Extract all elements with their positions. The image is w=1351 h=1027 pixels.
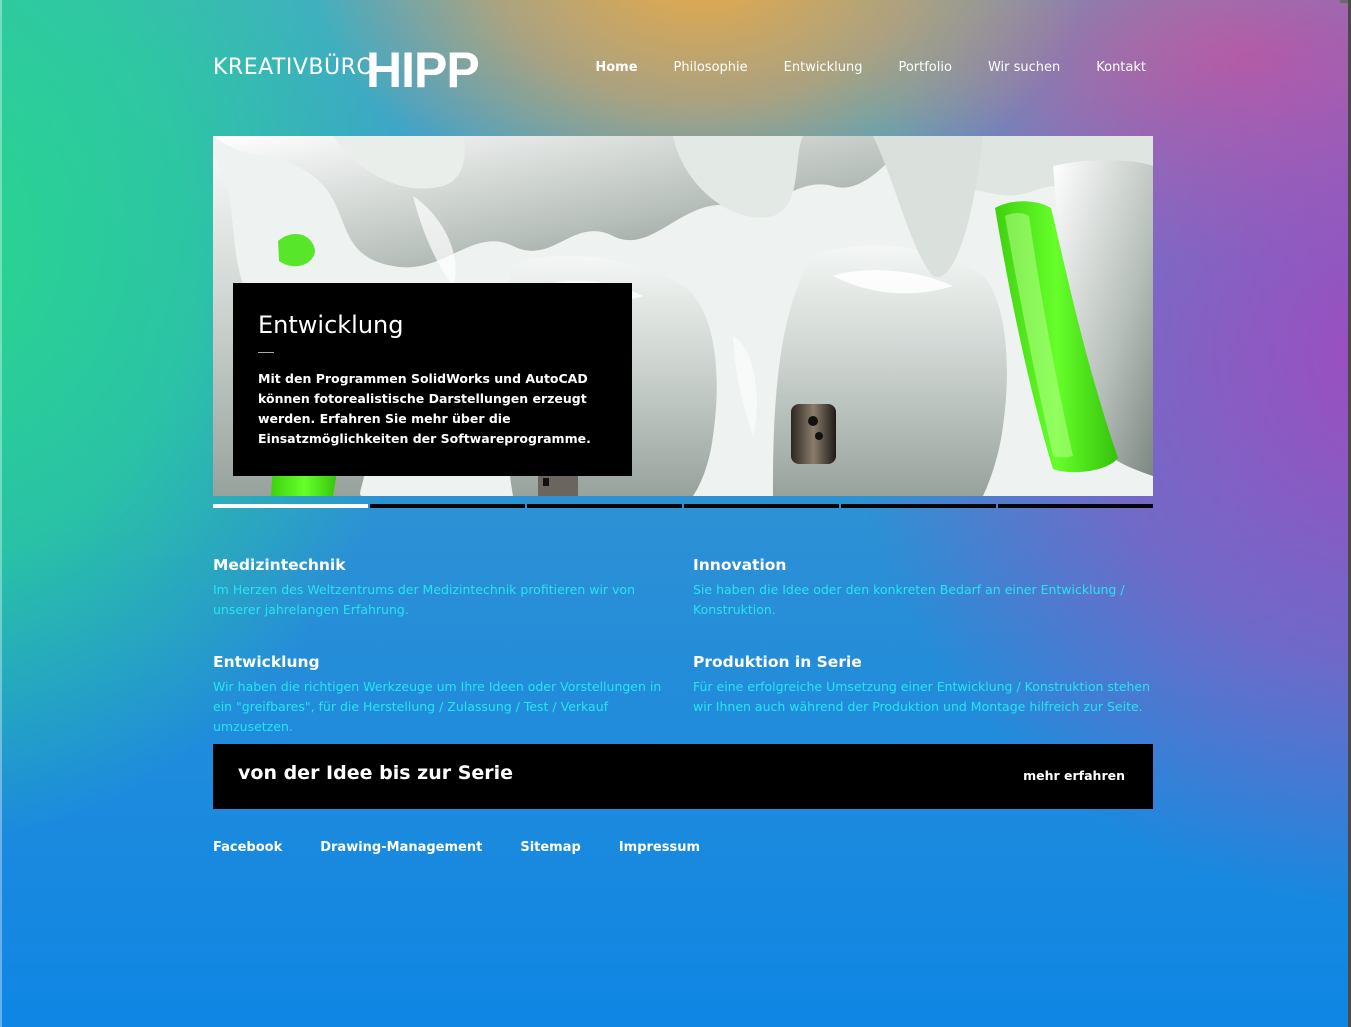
slider-dot[interactable] <box>684 504 839 508</box>
feature-text: Wir haben die richtigen Werkzeuge um Ihr… <box>213 679 662 734</box>
nav-item-portfolio[interactable]: Portfolio <box>898 60 951 75</box>
mehr-erfahren-link[interactable]: mehr erfahren <box>1023 768 1125 783</box>
hero-slider[interactable]: Entwicklung Mit den Programmen SolidWork… <box>213 136 1153 496</box>
feature-text: Sie haben die Idee oder den konkreten Be… <box>693 582 1125 617</box>
window-edge-left <box>0 0 2 1027</box>
slider-dot[interactable] <box>998 504 1153 508</box>
hero-caption-text: Mit den Programmen SolidWorks und AutoCA… <box>258 371 591 446</box>
feature-title: Produktion in Serie <box>693 653 862 671</box>
brand-logo[interactable]: KREATIVBÜRO HIPP <box>213 42 518 98</box>
nav-item-wir-suchen[interactable]: Wir suchen <box>988 60 1060 75</box>
feature-title: Entwicklung <box>213 653 320 671</box>
footer-link-drawing-management[interactable]: Drawing-Management <box>320 840 482 855</box>
feature-innovation: Innovation Sie haben die Idee oder den k… <box>693 554 1153 620</box>
main-navigation: Home Philosophie Entwicklung Portfolio W… <box>559 60 1146 75</box>
cta-bar: von der Idee bis zur Serie mehr erfahren <box>213 744 1153 809</box>
nav-item-philosophie[interactable]: Philosophie <box>674 60 748 75</box>
feature-text: Für eine erfolgreiche Umsetzung einer En… <box>693 679 1151 714</box>
feature-entwicklung: Entwicklung Wir haben die richtigen Werk… <box>213 651 673 737</box>
cta-title: von der Idee bis zur Serie <box>238 762 514 784</box>
hero-caption-panel: Entwicklung Mit den Programmen SolidWork… <box>233 283 632 476</box>
window-corner <box>1340 0 1348 3</box>
feature-title: Innovation <box>693 556 787 574</box>
footer-links: Facebook Drawing-Management Sitemap Impr… <box>213 840 738 855</box>
slider-dot[interactable] <box>527 504 682 508</box>
nav-item-home[interactable]: Home <box>595 60 637 75</box>
slider-pagination <box>213 504 1153 508</box>
slider-dot[interactable] <box>841 504 996 508</box>
brand-logo-big-text: HIPP <box>366 42 480 98</box>
footer-link-impressum[interactable]: Impressum <box>619 840 700 855</box>
slider-dot[interactable] <box>213 504 368 508</box>
brand-logo-small-text: KREATIVBÜRO <box>213 55 375 80</box>
footer-link-sitemap[interactable]: Sitemap <box>520 840 580 855</box>
footer-link-facebook[interactable]: Facebook <box>213 840 282 855</box>
feature-text: Im Herzen des Weltzentrums der Medizinte… <box>213 582 635 617</box>
hero-caption-divider <box>258 352 274 353</box>
feature-medizintechnik: Medizintechnik Im Herzen des Weltzentrum… <box>213 554 673 620</box>
slider-dot[interactable] <box>370 504 525 508</box>
hero-caption-title: Entwicklung <box>258 311 404 339</box>
feature-produktion-in-serie: Produktion in Serie Für eine erfolgreich… <box>693 651 1153 717</box>
nav-item-entwicklung[interactable]: Entwicklung <box>784 60 863 75</box>
nav-item-kontakt[interactable]: Kontakt <box>1096 60 1146 75</box>
feature-title: Medizintechnik <box>213 556 346 574</box>
